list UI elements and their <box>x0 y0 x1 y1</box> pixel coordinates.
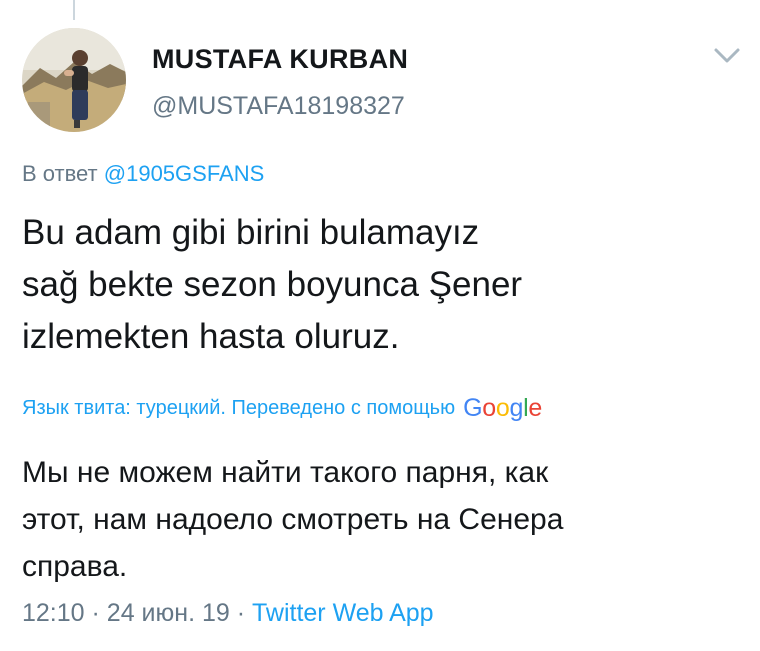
tweet-date[interactable]: 24 июн. 19 <box>107 599 230 627</box>
avatar[interactable] <box>22 28 126 132</box>
meta-separator: · <box>91 599 100 627</box>
tweet-metadata: 12:10 · 24 июн. 19 · Twitter Web App <box>22 599 434 628</box>
tweet-text-line: Bu adam gibi birini bulamayız <box>22 213 480 252</box>
tweet-text-line: sağ bekte sezon boyunca Şener <box>22 265 523 304</box>
translated-text: Мы не можем найти такого парня, как этот… <box>22 449 732 590</box>
author-display-name[interactable]: MUSTAFA KURBAN <box>152 44 408 75</box>
tweet-text: Bu adam gibi birini bulamayız sağ bekte … <box>22 207 722 363</box>
translation-notice[interactable]: Язык твита: турецкий. Переведено с помощ… <box>22 394 542 423</box>
reply-mention-link[interactable]: @1905GSFANS <box>104 161 265 186</box>
reply-context: В ответ @1905GSFANS <box>22 161 264 187</box>
meta-separator: · <box>236 599 246 627</box>
thread-connector-line <box>73 0 75 20</box>
translated-text-line: справа. <box>22 550 128 583</box>
translation-notice-text: Язык твита: турецкий. Переведено с помощ… <box>22 397 456 419</box>
author-handle[interactable]: @MUSTAFA18198327 <box>152 92 405 121</box>
profile-photo <box>22 28 126 132</box>
tweet-text-line: izlemekten hasta oluruz. <box>22 317 400 356</box>
translated-text-line: этот, нам надоело смотреть на Сенера <box>22 503 564 536</box>
google-logo: Google <box>463 394 542 422</box>
chevron-down-icon[interactable] <box>713 46 741 66</box>
reply-prefix: В ответ <box>22 161 98 186</box>
source-app-link[interactable]: Twitter Web App <box>252 599 434 627</box>
tweet-time[interactable]: 12:10 <box>22 599 85 627</box>
translated-text-line: Мы не можем найти такого парня, как <box>22 456 549 489</box>
